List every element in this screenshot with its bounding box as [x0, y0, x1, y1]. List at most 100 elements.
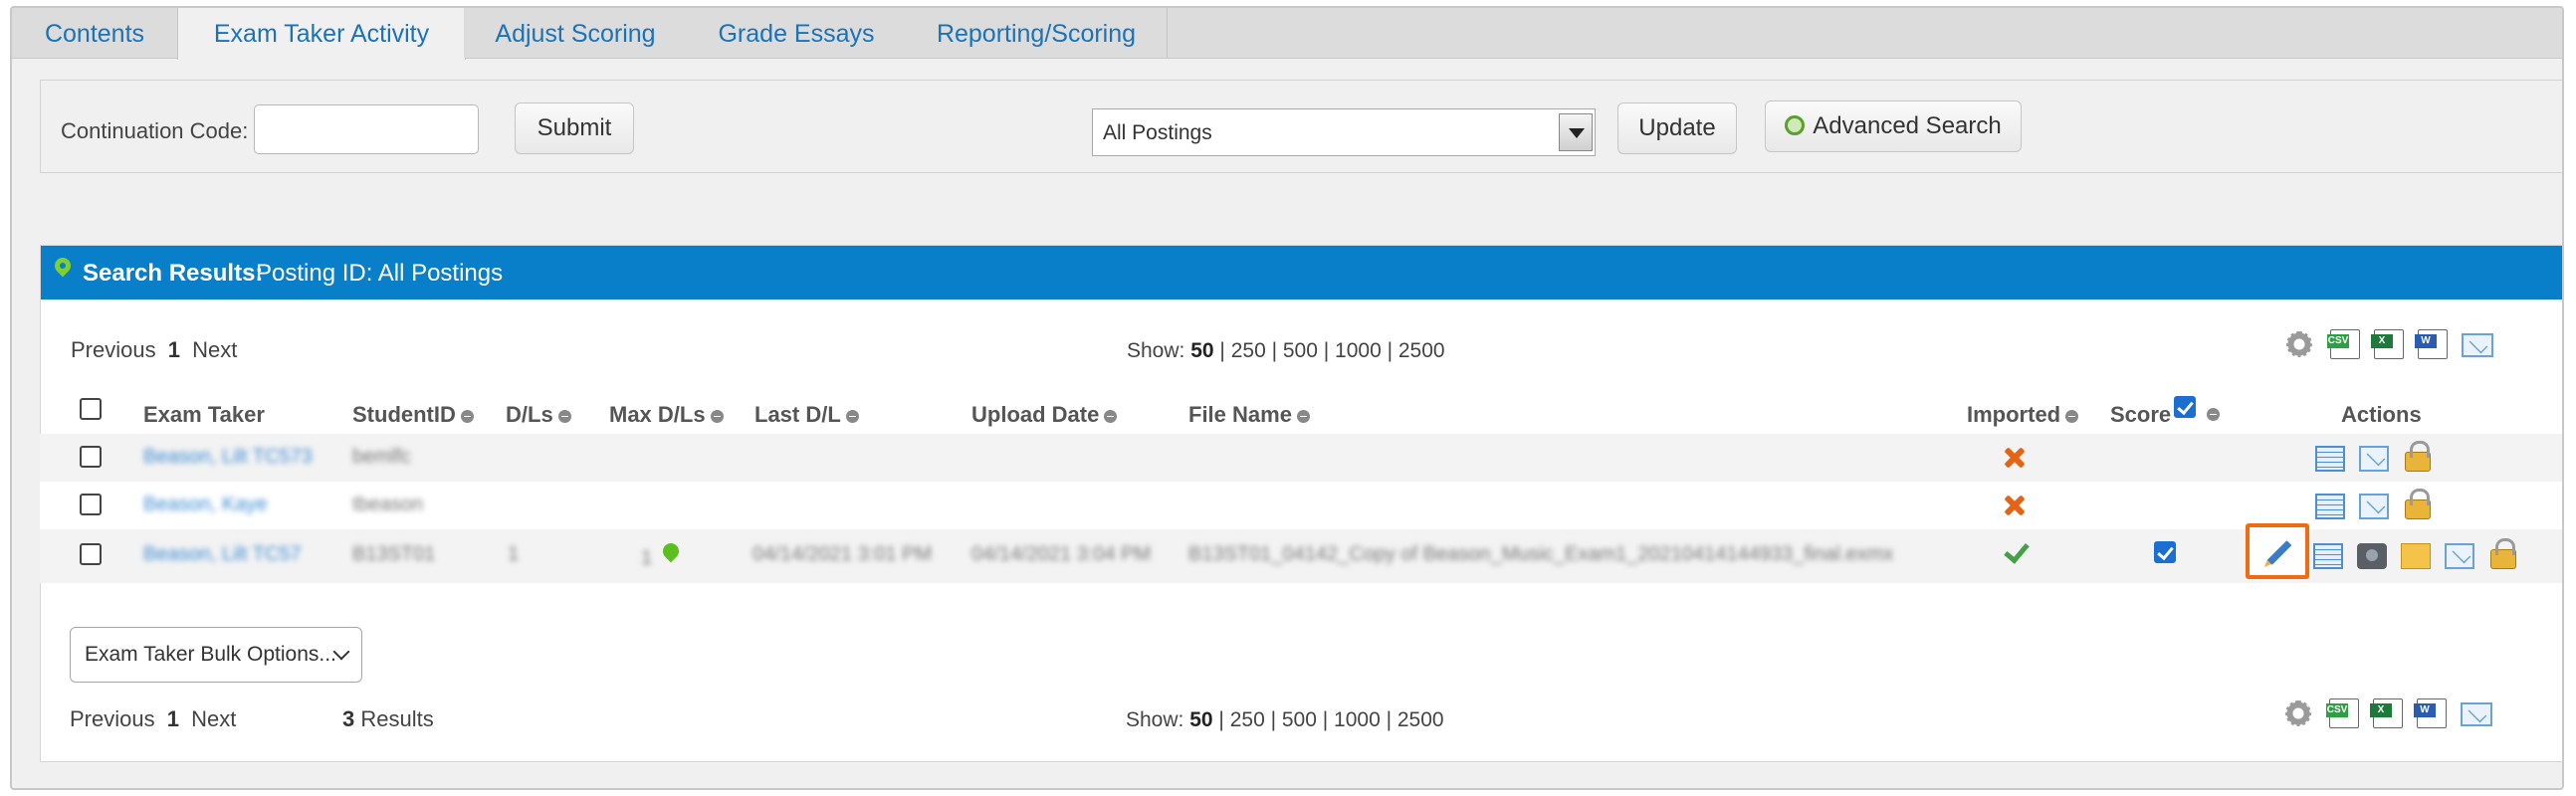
bulk-options-select[interactable]: Exam Taker Bulk Options...: [70, 627, 362, 683]
posting-select[interactable]: All Postings: [1092, 108, 1596, 156]
word-export-icon[interactable]: W: [2414, 698, 2447, 728]
submit-button[interactable]: Submit: [515, 102, 634, 154]
advanced-search-button[interactable]: Advanced Search: [1765, 100, 2022, 152]
pager-current-page: 1: [167, 337, 180, 362]
col-max-dls[interactable]: Max D/Ls: [609, 402, 724, 428]
dropdown-arrow-icon[interactable]: [1559, 113, 1593, 151]
col-imported[interactable]: Imported: [1967, 402, 2079, 428]
table-row: Beason, Lilt TC573 bemlfc: [40, 434, 2562, 482]
row-checkbox[interactable]: [80, 543, 102, 565]
pager-prev-link[interactable]: Previous: [71, 337, 156, 362]
gear-icon[interactable]: [2284, 329, 2314, 359]
exam-taker-link[interactable]: Beason, Lilt TC573: [143, 446, 313, 469]
not-imported-icon: [2003, 494, 2027, 517]
col-file-name[interactable]: File Name: [1188, 402, 1310, 428]
pager-next-link[interactable]: Next: [191, 706, 236, 731]
table-row: Beason, Kaye tbeason: [40, 482, 2562, 529]
excel-export-icon[interactable]: X: [2370, 698, 2403, 728]
student-id: bemlfc: [352, 446, 411, 468]
sort-icon: [710, 409, 724, 423]
results-count: 3 Results: [342, 706, 434, 732]
student-id: B13ST01: [352, 543, 436, 565]
advanced-search-label: Advanced Search: [1813, 112, 2002, 139]
map-pin-icon: [659, 539, 683, 563]
search-icon: [1785, 115, 1806, 135]
show-options[interactable]: | 250 | 500 | 1000 | 2500: [1218, 708, 1443, 731]
continuation-code-input[interactable]: [254, 104, 479, 154]
sort-icon: [845, 409, 859, 423]
mail-icon[interactable]: [2359, 494, 2389, 519]
tab-contents[interactable]: Contents: [12, 8, 178, 58]
mail-icon[interactable]: [2462, 333, 2493, 357]
continuation-code-label: Continuation Code:: [61, 118, 249, 143]
col-upload-date[interactable]: Upload Date: [971, 402, 1118, 428]
excel-export-icon[interactable]: X: [2371, 329, 2404, 359]
show-current: 50: [1190, 339, 1214, 362]
col-score[interactable]: Score: [2110, 402, 2171, 428]
max-dls-value: 1: [641, 547, 653, 569]
show-label: Show:: [1126, 708, 1184, 731]
tab-exam-taker-activity[interactable]: Exam Taker Activity: [177, 8, 466, 60]
edit-pencil-icon[interactable]: [2246, 523, 2309, 579]
pager-next-link[interactable]: Next: [192, 337, 237, 362]
last-dl-value: 04/14/2021 3:01 PM: [752, 543, 933, 565]
word-export-icon[interactable]: W: [2415, 329, 2448, 359]
col-actions: Actions: [2341, 402, 2422, 427]
row-checkbox[interactable]: [80, 446, 102, 468]
export-toolbar-top: CSV X W: [2284, 329, 2523, 363]
update-button[interactable]: Update: [1617, 102, 1737, 154]
select-all-checkbox[interactable]: [80, 398, 102, 420]
table-icon[interactable]: [2313, 543, 2343, 569]
col-dls[interactable]: D/Ls: [506, 402, 571, 428]
show-count-bottom: Show: 50 | 250 | 500 | 1000 | 2500: [1126, 708, 1444, 732]
exam-taker-link[interactable]: Beason, Lilt TC57: [143, 543, 302, 566]
col-exam-taker[interactable]: Exam Taker: [143, 402, 265, 428]
export-toolbar-bottom: CSV X W: [2283, 698, 2522, 732]
show-count-top: Show: 50 | 250 | 500 | 1000 | 2500: [1127, 339, 1445, 363]
csv-export-icon[interactable]: CSV: [2327, 329, 2360, 359]
score-checkbox[interactable]: [2154, 541, 2176, 563]
lock-icon[interactable]: [2490, 538, 2516, 569]
mail-icon[interactable]: [2359, 446, 2389, 472]
pager-bottom: Previous 1 Next: [70, 706, 236, 732]
sort-icon[interactable]: [2207, 408, 2220, 421]
tab-bar: Contents Exam Taker Activity Adjust Scor…: [12, 8, 2562, 60]
show-label: Show:: [1127, 339, 1185, 362]
exam-taker-link[interactable]: Beason, Kaye: [143, 494, 268, 516]
sort-icon: [557, 409, 571, 423]
csv-export-icon[interactable]: CSV: [2326, 698, 2359, 728]
results-count-word: Results: [360, 706, 434, 731]
not-imported-icon: [2003, 446, 2027, 470]
results-title: Search Results:: [83, 260, 264, 287]
mail-icon[interactable]: [2445, 543, 2474, 569]
student-id: tbeason: [352, 494, 424, 515]
col-last-dl[interactable]: Last D/L: [754, 402, 859, 428]
col-student-id[interactable]: StudentID: [352, 402, 474, 428]
table-icon[interactable]: [2315, 446, 2345, 472]
map-pin-icon: [51, 254, 75, 278]
sort-icon: [460, 409, 474, 423]
posting-select-value: All Postings: [1103, 121, 1212, 144]
pager-current-page: 1: [166, 706, 179, 731]
lock-icon[interactable]: [2405, 489, 2431, 519]
show-options[interactable]: | 250 | 500 | 1000 | 2500: [1219, 339, 1444, 362]
results-header: Search Results: Posting ID: All Postings: [41, 246, 2562, 299]
gear-icon[interactable]: [2283, 698, 2313, 728]
tab-grade-essays[interactable]: Grade Essays: [687, 8, 907, 58]
pager-top: Previous 1 Next: [71, 337, 237, 363]
show-current: 50: [1189, 708, 1213, 731]
table-icon[interactable]: [2315, 494, 2345, 519]
camera-icon[interactable]: [2357, 543, 2387, 569]
tab-adjust-scoring[interactable]: Adjust Scoring: [464, 8, 688, 58]
mail-icon[interactable]: [2461, 702, 2492, 726]
score-header-checkbox[interactable]: [2174, 396, 2196, 418]
tab-reporting-scoring[interactable]: Reporting/Scoring: [906, 8, 1168, 58]
imported-check-icon: [2003, 539, 2027, 563]
pager-prev-link[interactable]: Previous: [70, 706, 155, 731]
row-checkbox[interactable]: [80, 494, 102, 515]
upload-date-value: 04/14/2021 3:04 PM: [971, 543, 1152, 565]
sort-icon: [1296, 409, 1310, 423]
lock-icon[interactable]: [2405, 441, 2431, 472]
table-row: Beason, Lilt TC57 B13ST01 1 1 04/14/2021…: [40, 523, 2562, 583]
note-icon[interactable]: [2401, 543, 2431, 569]
